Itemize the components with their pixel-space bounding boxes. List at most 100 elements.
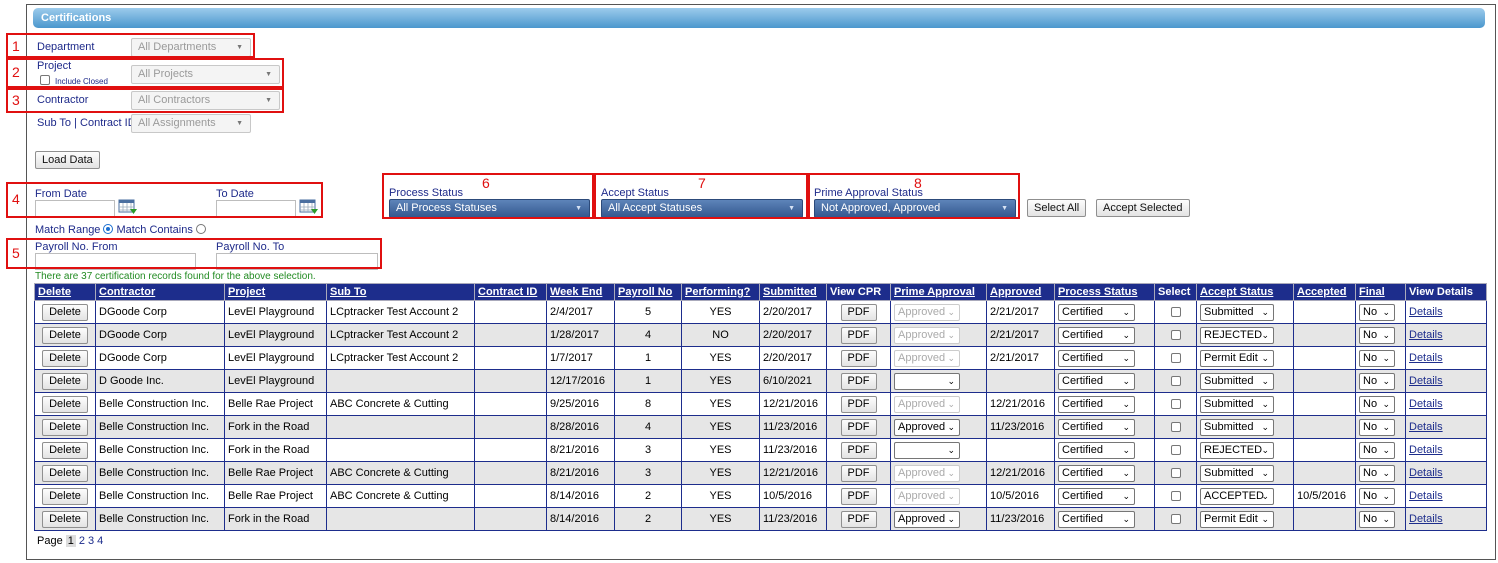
select-checkbox[interactable] — [1170, 399, 1181, 410]
prime-approval-select[interactable]: Approved ⌄ — [894, 510, 960, 528]
col-delete[interactable]: Delete — [34, 283, 96, 301]
accept-status-select[interactable]: Submitted ⌄ — [1200, 395, 1274, 413]
page-link-4[interactable]: 4 — [97, 535, 103, 547]
col-final[interactable]: Final — [1355, 283, 1406, 301]
details-link[interactable]: Details — [1409, 352, 1443, 364]
col-subto[interactable]: Sub To — [326, 283, 475, 301]
select-checkbox[interactable] — [1170, 514, 1181, 525]
load-data-button[interactable]: Load Data — [35, 151, 100, 169]
accept-status-select[interactable]: REJECTED ⌄ — [1200, 441, 1274, 459]
pdf-button[interactable]: PDF — [840, 418, 877, 436]
week-end-cell: 8/21/2016 — [546, 438, 615, 462]
final-select[interactable]: No ⌄ — [1359, 395, 1395, 413]
match-range-radio[interactable] — [103, 224, 114, 234]
final-select[interactable]: No ⌄ — [1359, 487, 1395, 505]
details-link[interactable]: Details — [1409, 467, 1443, 479]
col-week-end[interactable]: Week End — [546, 283, 615, 301]
accept-status-select[interactable]: Submitted ⌄ — [1200, 418, 1274, 436]
subto-select[interactable]: All Assignments ▼ — [131, 114, 251, 133]
accept-status-select[interactable]: Submitted ⌄ — [1200, 464, 1274, 482]
accept-selected-button[interactable]: Accept Selected — [1096, 199, 1190, 217]
page-link-3[interactable]: 3 — [88, 535, 94, 547]
col-process-status[interactable]: Process Status — [1054, 283, 1155, 301]
pdf-button[interactable]: PDF — [840, 510, 877, 528]
final-select[interactable]: No ⌄ — [1359, 349, 1395, 367]
select-checkbox[interactable] — [1170, 376, 1181, 387]
select-checkbox[interactable] — [1170, 491, 1181, 502]
details-link[interactable]: Details — [1409, 375, 1443, 387]
process-status-select[interactable]: Certified ⌄ — [1058, 418, 1135, 436]
delete-button[interactable]: Delete — [42, 487, 88, 505]
select-all-button[interactable]: Select All — [1027, 199, 1087, 217]
col-performing[interactable]: Performing? — [681, 283, 760, 301]
final-select[interactable]: No ⌄ — [1359, 303, 1395, 321]
prime-approval-select[interactable]: ⌄ — [894, 441, 960, 459]
view-cpr-cell: PDF — [826, 300, 891, 324]
delete-button[interactable]: Delete — [42, 372, 88, 390]
select-checkbox[interactable] — [1170, 422, 1181, 433]
final-select[interactable]: No ⌄ — [1359, 418, 1395, 436]
col-contractor[interactable]: Contractor — [95, 283, 225, 301]
accept-status-select[interactable]: ACCEPTED ⌄ — [1200, 487, 1274, 505]
delete-button[interactable]: Delete — [42, 349, 88, 367]
process-status-select[interactable]: Certified ⌄ — [1058, 395, 1135, 413]
details-link[interactable]: Details — [1409, 306, 1443, 318]
delete-button[interactable]: Delete — [42, 303, 88, 321]
delete-button[interactable]: Delete — [42, 441, 88, 459]
col-project[interactable]: Project — [224, 283, 327, 301]
delete-button[interactable]: Delete — [42, 510, 88, 528]
col-payroll-no[interactable]: Payroll No — [614, 283, 682, 301]
pdf-button[interactable]: PDF — [840, 487, 877, 505]
final-select[interactable]: No ⌄ — [1359, 464, 1395, 482]
details-link[interactable]: Details — [1409, 444, 1443, 456]
accept-status-select[interactable]: Permit Edit ⌄ — [1200, 349, 1274, 367]
col-prime-approval[interactable]: Prime Approval — [890, 283, 987, 301]
col-accept-status[interactable]: Accept Status — [1196, 283, 1294, 301]
process-status-select[interactable]: Certified ⌄ — [1058, 487, 1135, 505]
delete-button[interactable]: Delete — [42, 464, 88, 482]
final-select[interactable]: No ⌄ — [1359, 441, 1395, 459]
process-status-select[interactable]: Certified ⌄ — [1058, 441, 1135, 459]
col-accepted[interactable]: Accepted — [1293, 283, 1356, 301]
accept-status-select[interactable]: Submitted ⌄ — [1200, 372, 1274, 390]
pdf-button[interactable]: PDF — [840, 464, 877, 482]
details-link[interactable]: Details — [1409, 398, 1443, 410]
select-checkbox[interactable] — [1170, 353, 1181, 364]
details-link[interactable]: Details — [1409, 513, 1443, 525]
process-status-select[interactable]: Certified ⌄ — [1058, 326, 1135, 344]
accept-status-select[interactable]: Permit Edit ⌄ — [1200, 510, 1274, 528]
pdf-button[interactable]: PDF — [840, 395, 877, 413]
accept-status-select[interactable]: REJECTED ⌄ — [1200, 326, 1274, 344]
prime-approval-select[interactable]: ⌄ — [894, 372, 960, 390]
process-status-select[interactable]: Certified ⌄ — [1058, 464, 1135, 482]
process-status-select[interactable]: Certified ⌄ — [1058, 372, 1135, 390]
details-link[interactable]: Details — [1409, 329, 1443, 341]
prime-approval-select[interactable]: Approved ⌄ — [894, 418, 960, 436]
page-link-2[interactable]: 2 — [79, 535, 85, 547]
select-checkbox[interactable] — [1170, 468, 1181, 479]
pdf-button[interactable]: PDF — [840, 326, 877, 344]
details-link[interactable]: Details — [1409, 490, 1443, 502]
process-status-select[interactable]: Certified ⌄ — [1058, 349, 1135, 367]
select-checkbox[interactable] — [1170, 307, 1181, 318]
delete-button[interactable]: Delete — [42, 418, 88, 436]
col-approved[interactable]: Approved — [986, 283, 1055, 301]
pdf-button[interactable]: PDF — [840, 349, 877, 367]
pdf-button[interactable]: PDF — [840, 303, 877, 321]
select-checkbox[interactable] — [1170, 445, 1181, 456]
pdf-button[interactable]: PDF — [840, 441, 877, 459]
process-status-select[interactable]: Certified ⌄ — [1058, 510, 1135, 528]
delete-button[interactable]: Delete — [42, 395, 88, 413]
details-link[interactable]: Details — [1409, 421, 1443, 433]
final-select[interactable]: No ⌄ — [1359, 372, 1395, 390]
pdf-button[interactable]: PDF — [840, 372, 877, 390]
select-checkbox[interactable] — [1170, 330, 1181, 341]
accept-status-select[interactable]: Submitted ⌄ — [1200, 303, 1274, 321]
col-submitted[interactable]: Submitted — [759, 283, 827, 301]
col-contract-id[interactable]: Contract ID — [474, 283, 547, 301]
delete-button[interactable]: Delete — [42, 326, 88, 344]
final-select[interactable]: No ⌄ — [1359, 326, 1395, 344]
process-status-select[interactable]: Certified ⌄ — [1058, 303, 1135, 321]
match-contains-radio[interactable] — [195, 224, 206, 234]
final-select[interactable]: No ⌄ — [1359, 510, 1395, 528]
